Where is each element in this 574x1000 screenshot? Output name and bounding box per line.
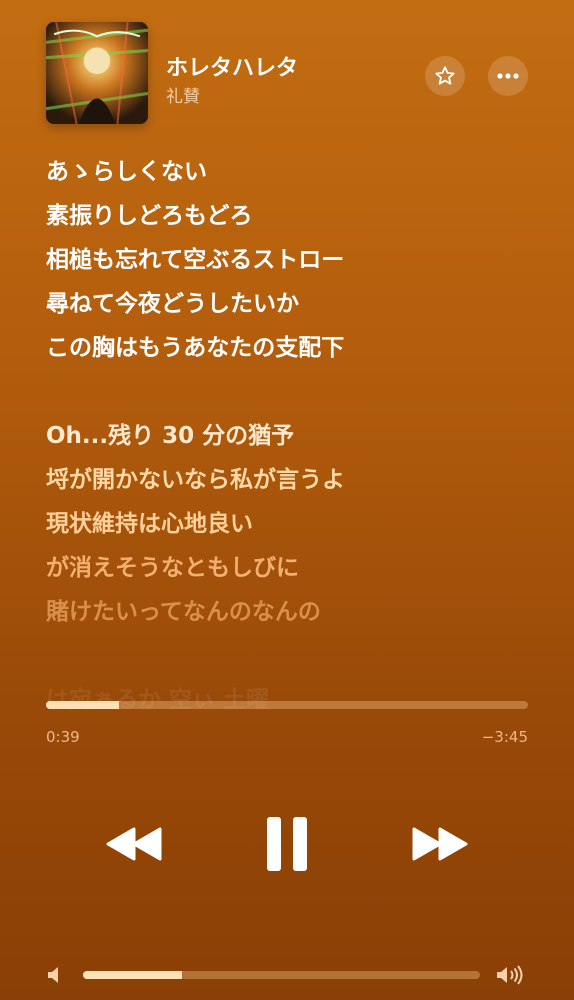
forward-button[interactable] bbox=[404, 816, 476, 872]
playback-progress-bar[interactable] bbox=[46, 701, 528, 709]
star-icon bbox=[435, 66, 455, 85]
track-title: ホレタハレタ bbox=[166, 56, 299, 81]
lyric-line[interactable]: 現状維持は心地良い bbox=[46, 502, 546, 546]
lyric-line[interactable]: あゝらしくない bbox=[46, 150, 546, 194]
backward-icon bbox=[106, 827, 162, 861]
rewind-button[interactable] bbox=[98, 816, 170, 872]
favorite-button[interactable] bbox=[425, 56, 465, 96]
volume-high-icon bbox=[495, 964, 525, 990]
progress-fill bbox=[46, 701, 120, 709]
track-artist[interactable]: 礼賛 bbox=[166, 82, 200, 107]
album-artwork[interactable] bbox=[46, 22, 148, 124]
remaining-time: −3:45 bbox=[481, 728, 528, 746]
more-options-button[interactable] bbox=[488, 56, 528, 96]
volume-low-icon bbox=[46, 964, 62, 990]
lyric-gap bbox=[46, 370, 546, 414]
lyric-line[interactable]: 相槌も忘れて空ぶるストロー bbox=[46, 238, 546, 282]
elapsed-time: 0:39 bbox=[46, 728, 80, 746]
lyric-line[interactable]: この胸はもうあなたの支配下 bbox=[46, 326, 546, 370]
album-artwork-image bbox=[46, 22, 148, 124]
lyric-line[interactable]: 賭けたいってなんのなんの bbox=[46, 590, 546, 634]
lyric-line[interactable]: 埒が開かないなら私が言うよ bbox=[46, 458, 546, 502]
forward-icon bbox=[412, 827, 468, 861]
lyric-line[interactable]: 尋ねて今夜どうしたいか bbox=[46, 282, 546, 326]
lyric-line[interactable]: 素振りしどろもどろ bbox=[46, 194, 546, 238]
lyric-line[interactable]: が消えそうなともしびに bbox=[46, 546, 546, 590]
volume-fill bbox=[83, 971, 183, 979]
ellipsis-icon bbox=[497, 73, 519, 79]
volume-slider[interactable] bbox=[83, 971, 480, 979]
lyric-line[interactable]: Oh...残り 30 分の猶予 bbox=[46, 414, 546, 458]
lyrics-panel[interactable]: あゝらしくない 素振りしどろもどろ 相槌も忘れて空ぶるストロー 尋ねて今夜どうしたいか… bbox=[46, 150, 546, 634]
pause-button[interactable] bbox=[255, 810, 319, 878]
pause-icon bbox=[267, 817, 307, 871]
